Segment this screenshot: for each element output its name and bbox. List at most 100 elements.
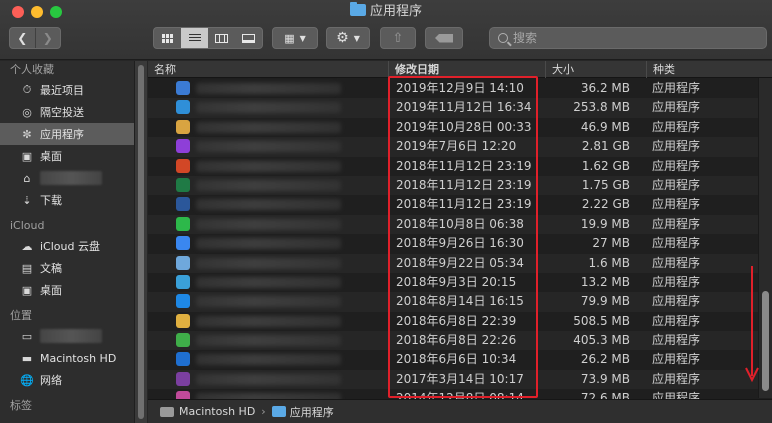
file-row[interactable]: 2018年6月8日 22:39 508.5 MB 应用程序 (148, 312, 758, 331)
sidebar-item[interactable]: ⌂ (0, 167, 134, 189)
sidebar-item[interactable]: ☁ iCloud 云盘 (0, 235, 134, 257)
file-size: 19.9 MB (580, 216, 630, 231)
file-kind: 应用程序 (652, 139, 701, 154)
sidebar-item[interactable]: ▭ (0, 325, 134, 347)
file-row[interactable]: 2019年11月12日 16:34 253.8 MB 应用程序 (148, 98, 758, 118)
sidebar-item-label: 隔空投送 (40, 106, 84, 119)
redacted-label (40, 329, 102, 343)
finder-window: 应用程序 ❮ ❯ ▦ ▼ ⚙ ▼ ⇧ 搜索 个人收藏 ⏱ 最近项目 ◎ 隔空投送… (0, 0, 772, 423)
share-button[interactable]: ⇧ (380, 27, 416, 49)
file-kind: 应用程序 (652, 177, 701, 192)
file-kind: 应用程序 (652, 119, 701, 134)
sidebar-item[interactable]: ▣ 桌面 (0, 145, 134, 167)
tags-button[interactable] (425, 27, 463, 49)
chevron-down-icon: ▼ (299, 33, 306, 43)
file-kind: 应用程序 (652, 216, 701, 231)
file-kind: 应用程序 (652, 274, 701, 289)
column-view-button[interactable] (208, 28, 235, 48)
applications-folder-icon (349, 2, 366, 16)
download-icon: ⇣ (22, 193, 32, 207)
redacted-file-name (196, 141, 341, 153)
file-row[interactable]: 2017年3月14日 10:17 73.9 MB 应用程序 (148, 369, 758, 390)
sidebar-item[interactable]: ⇣ 下载 (0, 189, 134, 211)
sidebar-item[interactable]: 🌐 网络 (0, 369, 134, 391)
modified-date: 2018年6月8日 22:26 (396, 333, 517, 348)
file-row[interactable]: 2018年10月8日 06:38 19.9 MB 应用程序 (148, 214, 758, 235)
modified-date: 2018年11月12日 23:19 (396, 158, 532, 173)
sidebar-item-label: iCloud 云盘 (40, 240, 100, 253)
sidebar-item[interactable]: ▬ Macintosh HD (0, 347, 134, 369)
modified-date: 2018年10月8日 06:38 (396, 216, 524, 231)
gallery-view-icon (242, 33, 255, 43)
column-kind-header[interactable]: 种类 (646, 61, 772, 78)
file-row[interactable]: 2018年8月14日 16:15 79.9 MB 应用程序 (148, 292, 758, 312)
file-size: 46.9 MB (580, 119, 630, 134)
forward-button[interactable]: ❯ (36, 28, 61, 48)
search-field[interactable] (489, 27, 767, 49)
file-row[interactable]: 2018年9月3日 20:15 13.2 MB 应用程序 (148, 273, 758, 292)
redacted-file-name (196, 354, 341, 366)
grid-arrange-icon: ▦ (284, 31, 295, 45)
column-name-header[interactable]: 名称 (148, 61, 388, 78)
app-icon (176, 81, 190, 95)
action-menu-button[interactable]: ⚙ ▼ (326, 27, 370, 49)
sidebar-scroll-thumb[interactable] (138, 65, 144, 419)
sidebar-item-label: 最近项目 (40, 84, 84, 97)
path-folder[interactable]: 应用程序 (290, 404, 334, 420)
file-row[interactable]: 2018年11月12日 23:19 1.62 GB 应用程序 (148, 157, 758, 176)
app-icon (176, 158, 190, 173)
file-kind: 应用程序 (652, 236, 701, 251)
column-size-header[interactable]: 大小 (545, 61, 646, 78)
search-icon (498, 33, 508, 43)
desktop-icon: ▣ (21, 149, 33, 163)
sidebar-item-label: Macintosh HD (40, 351, 117, 365)
column-date-header[interactable]: 修改日期 (388, 61, 545, 78)
gear-icon: ⚙ (336, 30, 349, 46)
file-row[interactable]: 2019年7月6日 12:20 2.81 GB 应用程序 (148, 137, 758, 157)
group-by-button[interactable]: ▦ ▼ (272, 27, 318, 49)
file-row[interactable]: 2019年12月9日 14:10 36.2 MB 应用程序 (148, 79, 758, 98)
toolbar: 应用程序 ❮ ❯ ▦ ▼ ⚙ ▼ ⇧ (0, 0, 772, 60)
laptop-icon: ▭ (21, 329, 33, 343)
modified-date: 2019年7月6日 12:20 (396, 139, 517, 154)
icon-view-button[interactable] (154, 28, 181, 48)
airdrop-icon: ◎ (22, 105, 32, 119)
modified-date: 2018年6月6日 10:34 (396, 352, 517, 367)
cloud-icon: ☁ (21, 239, 33, 253)
file-row[interactable]: 2018年6月8日 22:26 405.3 MB 应用程序 (148, 331, 758, 351)
file-kind: 应用程序 (652, 255, 701, 270)
search-input[interactable] (513, 31, 753, 45)
sidebar-section-title: 个人收藏 (10, 63, 54, 76)
redacted-file-name (196, 102, 341, 114)
file-kind: 应用程序 (652, 81, 701, 95)
gallery-view-button[interactable] (235, 28, 262, 48)
sidebar-item[interactable]: ▤ 文稿 (0, 257, 134, 279)
file-row[interactable]: 2018年9月26日 16:30 27 MB 应用程序 (148, 234, 758, 253)
file-row[interactable]: 2018年9月22日 05:34 1.6 MB 应用程序 (148, 253, 758, 273)
file-row[interactable]: 2018年11月12日 23:19 1.75 GB 应用程序 (148, 175, 758, 196)
sidebar-item[interactable]: ▣ 桌面 (0, 279, 134, 301)
redacted-file-name (196, 83, 341, 94)
sidebar-item[interactable]: ⏱ 最近项目 (0, 79, 134, 101)
file-row[interactable]: 2018年6月6日 10:34 26.2 MB 应用程序 (148, 350, 758, 369)
back-button[interactable]: ❮ (10, 28, 35, 48)
sidebar-scrollbar[interactable] (134, 61, 147, 423)
chevron-left-icon: ❮ (17, 31, 28, 45)
app-icon (176, 236, 190, 251)
file-row[interactable]: 2019年10月28日 00:33 46.9 MB 应用程序 (148, 118, 758, 137)
app-icon (176, 333, 190, 348)
navigation-buttons: ❮ ❯ (9, 27, 61, 49)
redacted-file-name (196, 335, 341, 347)
file-list-scroll-thumb[interactable] (762, 291, 769, 391)
sidebar-item-label: 文稿 (40, 262, 62, 275)
list-view-button[interactable] (181, 28, 208, 48)
file-size: 27 MB (592, 236, 630, 251)
modified-date: 2018年9月26日 16:30 (396, 236, 524, 251)
modified-date: 2018年11月12日 23:19 (396, 197, 532, 212)
desktop-icon: ▣ (21, 283, 33, 297)
network-icon: 🌐 (20, 373, 34, 387)
file-row[interactable]: 2018年11月12日 23:19 2.22 GB 应用程序 (148, 195, 758, 214)
sidebar-item[interactable]: ◎ 隔空投送 (0, 101, 134, 123)
path-disk[interactable]: Macintosh HD (179, 405, 255, 418)
sidebar-item[interactable]: ✼ 应用程序 (0, 123, 134, 145)
